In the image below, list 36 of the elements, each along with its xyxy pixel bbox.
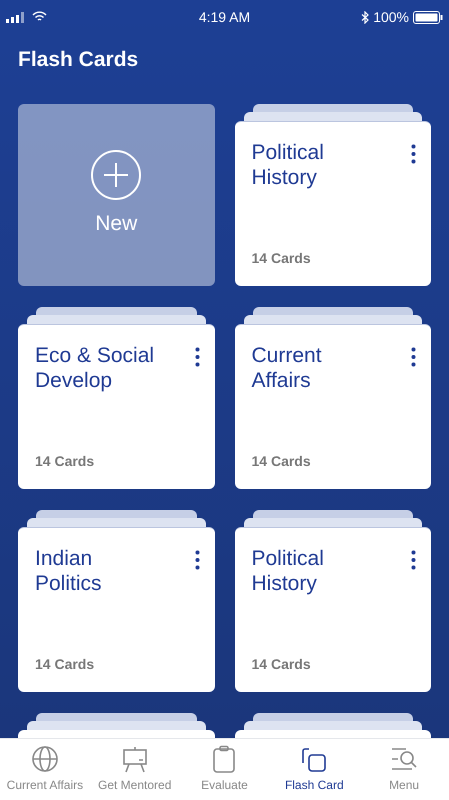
card-count: 14 Cards — [35, 452, 94, 471]
more-icon[interactable] — [194, 347, 200, 367]
globe-icon — [30, 745, 59, 773]
deck-title: Eco & Social Develop — [35, 343, 156, 393]
easel-icon — [120, 745, 149, 773]
tab[interactable]: Current Affairs — [0, 739, 90, 800]
card-count: 14 Cards — [252, 655, 311, 674]
more-icon[interactable] — [194, 550, 200, 570]
plus-icon — [91, 150, 142, 200]
card-count: 14 Cards — [35, 655, 94, 674]
tab[interactable]: Menu — [359, 739, 449, 800]
deck-card[interactable]: Eco & Social Develop 14 Cards — [18, 324, 214, 489]
deck-card[interactable]: Indian Politics 14 Cards — [18, 527, 214, 692]
menu-icon — [390, 745, 418, 773]
tab[interactable]: Get Mentored — [90, 739, 180, 800]
deck-title: Indian Politics — [35, 546, 103, 596]
deck-card[interactable]: Political History 14 Cards — [234, 527, 431, 692]
deck-card[interactable]: Current Affairs 14 Cards — [234, 324, 431, 489]
more-icon[interactable] — [411, 550, 416, 570]
deck-card[interactable]: Political History 14 Cards — [234, 121, 431, 286]
card-count: 14 Cards — [252, 452, 311, 471]
stacked-squares-icon — [300, 745, 328, 773]
tab[interactable]: Flash Card — [269, 739, 360, 800]
more-icon[interactable] — [411, 144, 416, 164]
battery-icon — [413, 10, 443, 24]
status-time: 4:19 AM — [198, 8, 250, 24]
deck-title: Current Affairs — [252, 343, 323, 393]
wifi-icon — [32, 11, 47, 23]
deck-title: Political History — [252, 546, 325, 596]
deck-title: Political History — [252, 140, 325, 190]
card-count: 14 Cards — [252, 249, 311, 268]
more-icon[interactable] — [411, 347, 416, 367]
battery-level: 100% — [373, 8, 409, 26]
page-title: Flash Cards — [18, 47, 138, 73]
bluetooth-icon — [361, 10, 370, 24]
tab[interactable]: Evaluate — [180, 739, 270, 800]
